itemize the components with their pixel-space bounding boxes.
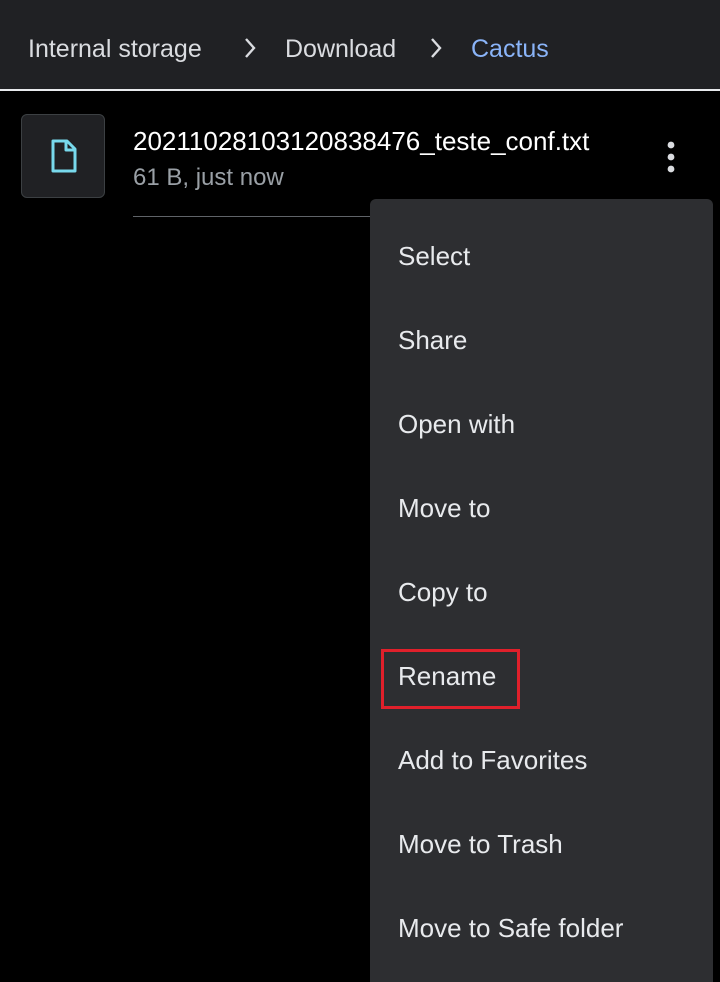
breadcrumb-internal-storage[interactable]: Internal storage: [28, 30, 202, 68]
file-thumbnail[interactable]: [21, 114, 105, 198]
menu-item-label: Share: [398, 325, 468, 355]
context-menu: Select Share Open with Move to Copy to R…: [370, 199, 713, 982]
menu-item-label: Open with: [398, 409, 516, 439]
menu-item-label: Move to Safe folder: [398, 913, 624, 943]
more-vert-icon: [667, 141, 675, 173]
chevron-right-icon: [239, 35, 261, 61]
menu-item-move-to[interactable]: Move to: [370, 451, 713, 535]
more-options-button[interactable]: [650, 136, 692, 178]
file-name[interactable]: 20211028103120838476_teste_conf.txt: [133, 124, 589, 158]
menu-item-label: Copy to: [398, 577, 488, 607]
breadcrumb-download[interactable]: Download: [285, 30, 396, 68]
screen: Internal storage Download Cactus 2021102…: [0, 0, 720, 982]
menu-item-move-to-safe-folder[interactable]: Move to Safe folder: [370, 871, 713, 955]
menu-item-select[interactable]: Select: [370, 199, 713, 283]
menu-item-copy-to[interactable]: Copy to: [370, 535, 713, 619]
menu-item-label: Select: [398, 241, 471, 271]
breadcrumb: Internal storage Download Cactus: [0, 0, 720, 91]
file-icon: [51, 139, 77, 173]
menu-item-move-to-trash[interactable]: Move to Trash: [370, 787, 713, 871]
menu-item-open-with[interactable]: Open with: [370, 367, 713, 451]
menu-item-add-to-favorites[interactable]: Add to Favorites: [370, 703, 713, 787]
highlight-box: [381, 649, 520, 709]
menu-item-label: Move to: [398, 493, 491, 523]
menu-item-label: Move to Trash: [398, 829, 563, 859]
menu-item-label: Add to Favorites: [398, 745, 588, 775]
menu-item-share[interactable]: Share: [370, 283, 713, 367]
breadcrumb-cactus[interactable]: Cactus: [471, 30, 549, 68]
file-meta: 61 B, just now: [133, 164, 284, 191]
chevron-right-icon: [425, 35, 447, 61]
divider: [133, 216, 373, 217]
